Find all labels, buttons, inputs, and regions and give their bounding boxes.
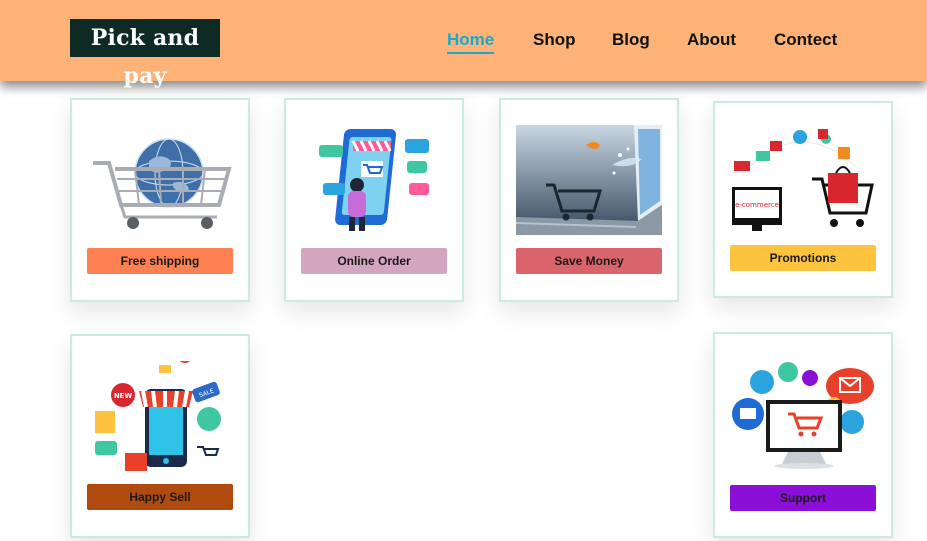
svg-text:e-commerce: e-commerce xyxy=(735,201,779,209)
svg-text:NEW: NEW xyxy=(114,392,133,400)
monitor-support-icon xyxy=(730,360,876,470)
active-underline xyxy=(447,52,495,54)
nav-blog[interactable]: Blog xyxy=(612,30,650,50)
feature-card-free-shipping: Free shipping xyxy=(70,98,250,302)
laptop-cart-icon xyxy=(516,125,662,235)
site-header: Pick and pay Home Shop Blog About Contec… xyxy=(0,0,927,89)
feature-card-save-money: Save Money xyxy=(499,98,679,302)
free-shipping-button[interactable]: Free shipping xyxy=(87,248,233,274)
nav-home[interactable]: Home xyxy=(447,30,495,54)
feature-card-online-order: Online Order xyxy=(284,98,464,302)
nav-about[interactable]: About xyxy=(687,30,736,50)
feature-card-happy-sell: NEW SALE Happy Sell xyxy=(70,334,250,538)
nav-shop[interactable]: Shop xyxy=(533,30,576,50)
promotions-button[interactable]: Promotions xyxy=(730,245,876,271)
nav-contact[interactable]: Contect xyxy=(774,30,837,50)
feature-card-promotions: e-commerce Promotions xyxy=(713,101,893,298)
support-button[interactable]: Support xyxy=(730,485,876,511)
mobile-shop-icon: NEW SALE xyxy=(87,361,233,471)
happy-sell-button[interactable]: Happy Sell xyxy=(87,484,233,510)
online-order-button[interactable]: Online Order xyxy=(301,248,447,274)
feature-card-support: Support xyxy=(713,332,893,538)
mobile-store-icon xyxy=(301,125,447,235)
nav-home-label: Home xyxy=(447,30,495,49)
brand-logo[interactable]: Pick and pay xyxy=(70,19,220,89)
save-money-button[interactable]: Save Money xyxy=(516,248,662,274)
shopping-cart-globe-icon xyxy=(87,125,233,235)
ecommerce-icon: e-commerce xyxy=(730,127,876,237)
